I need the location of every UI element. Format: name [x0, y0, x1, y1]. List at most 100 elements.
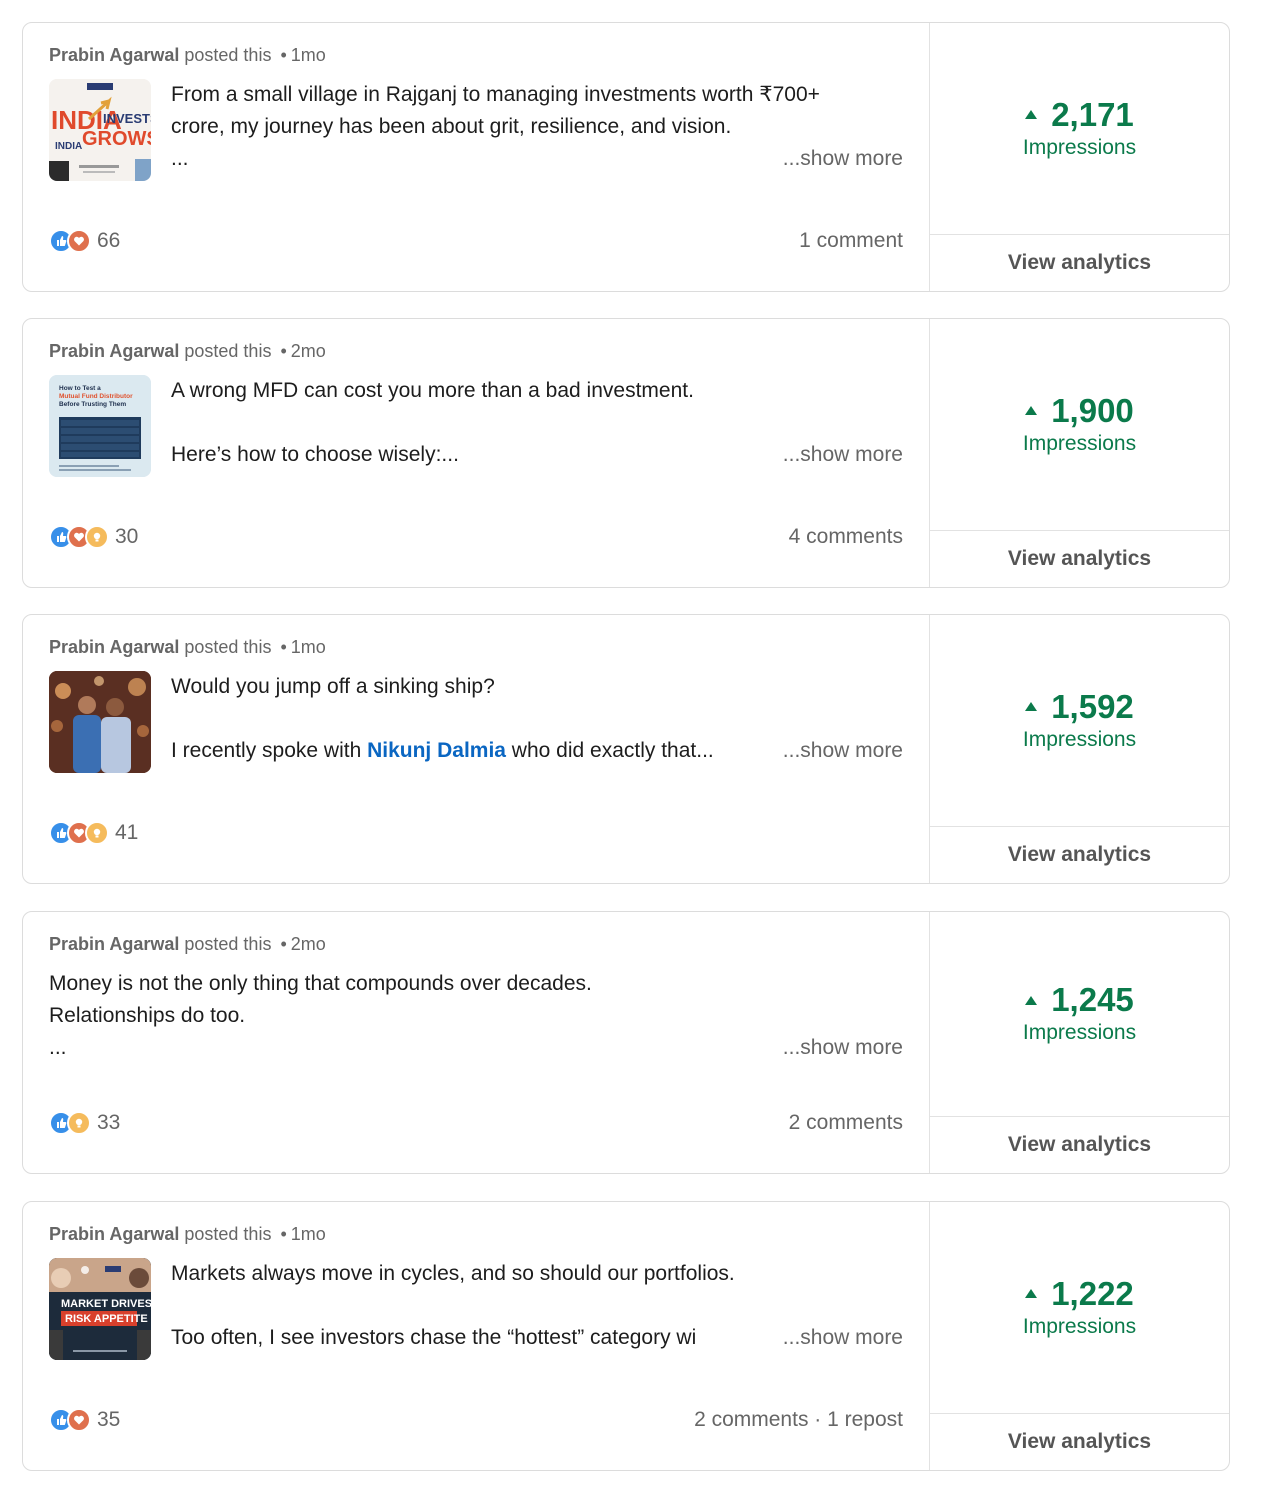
reactions-count: 33: [97, 1111, 121, 1134]
author-name[interactable]: Prabin Agarwal: [49, 934, 179, 954]
show-more-link[interactable]: ...show more: [772, 1032, 903, 1064]
post-text[interactable]: From a small village in Rajganj to manag…: [171, 79, 903, 181]
post-thumbnail[interactable]: How to Test a Mutual Fund Distributor Be…: [49, 375, 151, 477]
post-text-line: [171, 407, 903, 439]
impressions-value: 1,245: [1051, 981, 1134, 1018]
view-analytics-button[interactable]: View analytics: [930, 234, 1229, 291]
reactions-summary[interactable]: 30: [49, 525, 138, 549]
post-content[interactable]: Prabin Agarwal posted this • 1mo Would y…: [23, 615, 930, 883]
post-stats: 1,900 Impressions View analytics: [930, 319, 1229, 587]
post-text-line: From a small village in Rajganj to manag…: [171, 83, 820, 106]
trend-up-icon: [1025, 406, 1038, 415]
post-text-line: Money is not the only thing that compoun…: [49, 972, 592, 995]
comments-count[interactable]: 2 comments · 1 repost: [694, 1408, 903, 1432]
thumb-text: Mutual Fund Distributor: [59, 393, 133, 400]
post-analytics-feed: Prabin Agarwal posted this • 1mo INDIA IN…: [0, 0, 1262, 1498]
post-text[interactable]: A wrong MFD can cost you more than a bad…: [171, 375, 903, 477]
show-more-link[interactable]: ...show more: [772, 439, 903, 471]
show-more-link[interactable]: ...show more: [772, 1322, 903, 1354]
impressions-stat[interactable]: 1,245 Impressions: [930, 912, 1229, 1116]
post-text-line: [171, 703, 903, 735]
show-more-link[interactable]: ...show more: [772, 143, 903, 175]
post-action: posted this: [184, 934, 272, 954]
post-action: posted this: [184, 1224, 272, 1244]
thumb-text: MARKET DRIVES: [61, 1298, 151, 1310]
reactions-summary[interactable]: 35: [49, 1408, 120, 1432]
author-name[interactable]: Prabin Agarwal: [49, 637, 179, 657]
comments-count[interactable]: 1 comment: [799, 229, 903, 253]
meta-separator: •: [280, 45, 287, 65]
post-meta: Prabin Agarwal posted this • 1mo: [49, 1222, 903, 1246]
post-content[interactable]: Prabin Agarwal posted this • 2mo Money is…: [23, 912, 930, 1173]
love-icon: [67, 1408, 91, 1432]
post-stats: 1,592 Impressions View analytics: [930, 615, 1229, 883]
post-meta: Prabin Agarwal posted this • 1mo: [49, 635, 903, 659]
reactions-count: 35: [97, 1408, 121, 1431]
reactions-count: 41: [115, 821, 139, 844]
author-name[interactable]: Prabin Agarwal: [49, 1224, 179, 1244]
post-content[interactable]: Prabin Agarwal posted this • 2mo How to T…: [23, 319, 930, 587]
post-meta: Prabin Agarwal posted this • 1mo: [49, 43, 903, 67]
post-stats: 2,171 Impressions View analytics: [930, 23, 1229, 291]
post-content[interactable]: Prabin Agarwal posted this • 1mo MARKET D…: [23, 1202, 930, 1470]
post-text-line: I recently spoke with Nikunj Dalmia who …: [171, 735, 763, 767]
insightful-icon: [85, 525, 109, 549]
post-text-segment: I recently spoke with: [171, 739, 368, 762]
post-age: 2mo: [290, 934, 326, 954]
author-name[interactable]: Prabin Agarwal: [49, 341, 179, 361]
thumb-text: INVESTS,: [103, 111, 151, 126]
insightful-icon: [85, 821, 109, 845]
mfd-checklist-image: How to Test a Mutual Fund Distributor Be…: [49, 375, 151, 477]
view-analytics-button[interactable]: View analytics: [930, 530, 1229, 587]
mention-link[interactable]: Nikunj Dalmia: [367, 739, 506, 762]
thumb-text: INDIA: [55, 141, 82, 152]
reactions-summary[interactable]: 41: [49, 821, 138, 845]
view-analytics-button[interactable]: View analytics: [930, 826, 1229, 883]
impressions-label: Impressions: [1022, 431, 1137, 455]
reactions-summary[interactable]: 66: [49, 229, 120, 253]
impressions-stat[interactable]: 1,592 Impressions: [930, 615, 1229, 826]
impressions-stat[interactable]: 2,171 Impressions: [930, 23, 1229, 234]
post-action: posted this: [184, 637, 272, 657]
two-people-photo: [49, 671, 151, 773]
thumb-text: Before Trusting Them: [59, 401, 126, 408]
post-card: Prabin Agarwal posted this • 1mo INDIA IN…: [22, 22, 1230, 292]
post-thumbnail[interactable]: INDIA INVESTS, INDIA GROWS!: [49, 79, 151, 181]
post-text[interactable]: Money is not the only thing that compoun…: [49, 968, 903, 1064]
impressions-label: Impressions: [1022, 135, 1137, 159]
post-content[interactable]: Prabin Agarwal posted this • 1mo INDIA IN…: [23, 23, 930, 291]
post-text[interactable]: Would you jump off a sinking ship? I rec…: [171, 671, 903, 773]
post-text-line: [171, 1290, 903, 1322]
post-meta: Prabin Agarwal posted this • 2mo: [49, 339, 903, 363]
impressions-stat[interactable]: 1,222 Impressions: [930, 1202, 1229, 1413]
post-text-segment: who did exactly that...: [505, 739, 714, 762]
impressions-value: 2,171: [1051, 95, 1134, 133]
post-age: 1mo: [290, 45, 326, 65]
show-more-link[interactable]: ...show more: [772, 735, 903, 767]
post-text[interactable]: Markets always move in cycles, and so sh…: [171, 1258, 903, 1360]
trend-up-icon: [1025, 1289, 1038, 1298]
post-age: 1mo: [290, 637, 326, 657]
impressions-stat[interactable]: 1,900 Impressions: [930, 319, 1229, 530]
impressions-value: 1,222: [1051, 1274, 1134, 1312]
post-text-line: A wrong MFD can cost you more than a bad…: [171, 379, 694, 402]
comments-count[interactable]: 2 comments: [789, 1111, 903, 1135]
impressions-value: 1,592: [1051, 687, 1134, 725]
reactions-count: 66: [97, 229, 121, 252]
comments-count[interactable]: 4 comments: [789, 525, 903, 549]
post-thumbnail[interactable]: MARKET DRIVES RISK APPETITE: [49, 1258, 151, 1360]
thumb-text: RISK APPETITE: [65, 1313, 148, 1325]
view-analytics-button[interactable]: View analytics: [930, 1413, 1229, 1470]
trend-up-icon: [1025, 110, 1038, 119]
post-stats: 1,245 Impressions View analytics: [930, 912, 1229, 1173]
post-card: Prabin Agarwal posted this • 1mo Would y…: [22, 614, 1230, 884]
post-thumbnail[interactable]: [49, 671, 151, 773]
post-text-line: Relationships do too.: [49, 1004, 246, 1027]
impressions-value: 1,900: [1051, 391, 1134, 429]
view-analytics-button[interactable]: View analytics: [930, 1116, 1229, 1173]
thumb-text: GROWS!: [82, 128, 151, 150]
market-drives-image: MARKET DRIVES RISK APPETITE: [49, 1258, 151, 1360]
author-name[interactable]: Prabin Agarwal: [49, 45, 179, 65]
post-card: Prabin Agarwal posted this • 1mo MARKET D…: [22, 1201, 1230, 1471]
reactions-summary[interactable]: 33: [49, 1111, 120, 1135]
